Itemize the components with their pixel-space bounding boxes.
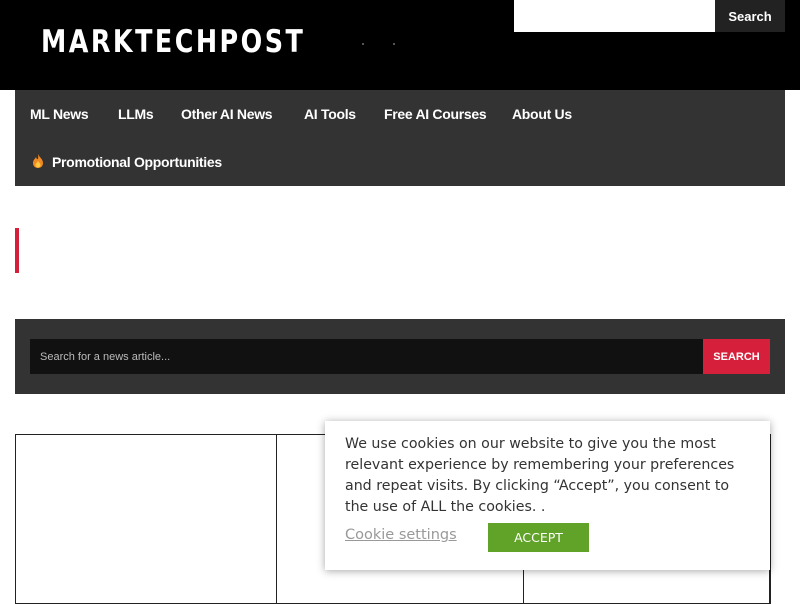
nav-item-free-ai-courses[interactable]: Free AI Courses (384, 106, 487, 122)
header-search-input[interactable] (514, 0, 715, 32)
site-logo[interactable]: MARKTECHPOST (41, 24, 305, 60)
grid-divider (276, 434, 277, 604)
nav-item-promotional-opportunities[interactable]: Promotional Opportunities (52, 154, 222, 170)
title-accent-bar (15, 228, 19, 273)
nav-item-ai-tools[interactable]: AI Tools (304, 106, 356, 122)
separator-dot (362, 43, 364, 45)
news-search-button[interactable]: SEARCH (703, 339, 770, 374)
cookie-settings-link[interactable]: Cookie settings (345, 527, 457, 543)
cookie-consent-text: We use cookies on our website to give yo… (345, 436, 735, 515)
site-header: MARKTECHPOST Search (0, 0, 800, 90)
nav-item-llms[interactable]: LLMs (118, 106, 154, 122)
nav-item-ml-news[interactable]: ML News (30, 106, 89, 122)
nav-item-about-us[interactable]: About Us (512, 106, 572, 122)
news-search-panel: SEARCH (15, 319, 785, 394)
header-search-button[interactable]: Search (715, 0, 785, 32)
flame-icon (33, 154, 43, 168)
cookie-consent-banner: We use cookies on our website to give yo… (325, 421, 770, 570)
separator-dot (393, 43, 395, 45)
cookie-accept-button[interactable]: ACCEPT (488, 523, 589, 552)
nav-item-other-ai-news[interactable]: Other AI News (181, 106, 273, 122)
main-nav: ML News LLMs Other AI News AI Tools Free… (15, 90, 785, 186)
news-search-input[interactable] (30, 339, 703, 374)
